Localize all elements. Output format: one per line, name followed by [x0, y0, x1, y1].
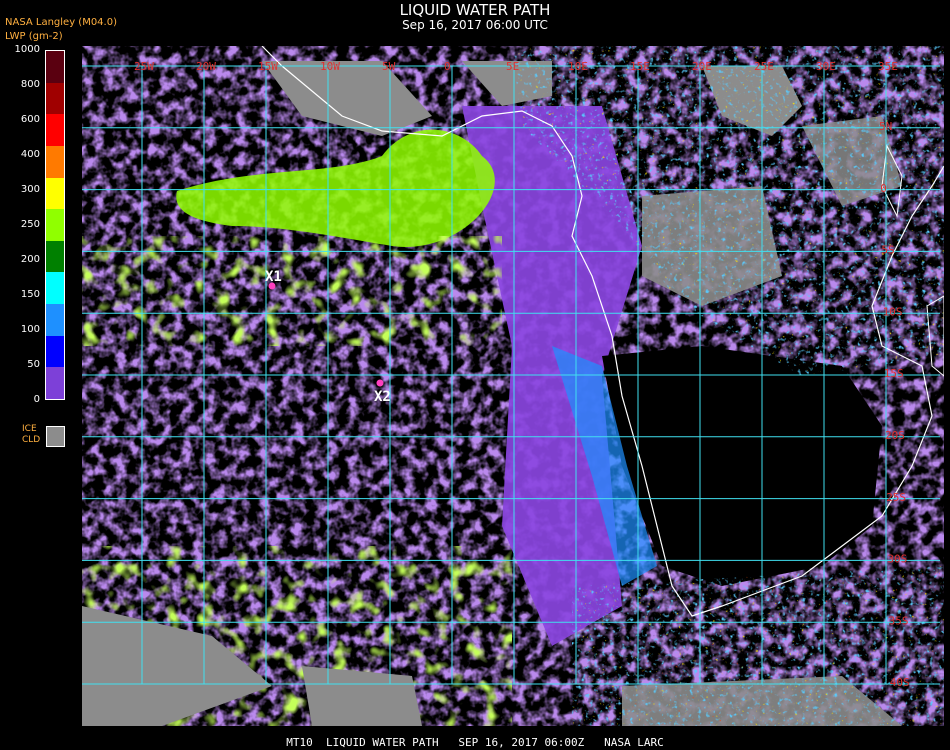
marker-label: X2 [374, 389, 391, 405]
latitude-label: 5N [879, 120, 892, 133]
longitude-label: 5W [382, 60, 396, 73]
units-label: LWP (gm-2) [5, 31, 63, 42]
ice-label-line1: ICE [22, 424, 37, 434]
latitude-label: 5S [881, 244, 894, 257]
longitude-label: 25W [134, 60, 154, 73]
legend-tick-label: 400 [20, 149, 40, 160]
longitude-label: 20W [196, 60, 216, 73]
latitude-label: 25S [886, 491, 906, 504]
ice-cloud-label: ICE CLD [22, 424, 40, 446]
legend-swatch [46, 272, 64, 304]
source-label: NASA Langley (M04.0) [5, 17, 117, 28]
legend-tick-label: 100 [20, 324, 40, 335]
ice-label-line2: CLD [22, 435, 41, 445]
legend-tick-label: 200 [20, 254, 40, 265]
footer-caption: MT10 LIQUID WATER PATH SEP 16, 2017 06:0… [286, 736, 664, 749]
latitude-label: 40S [890, 676, 910, 689]
marker-label: X1 [265, 269, 282, 285]
longitude-label: 20E [692, 60, 712, 73]
latitude-label: 10S [883, 305, 903, 318]
longitude-label: 10E [568, 60, 588, 73]
frontal-band-red [572, 566, 944, 726]
legend-swatch [46, 335, 64, 368]
latitude-label: 15S [884, 367, 904, 380]
longitude-label: 0 [444, 60, 451, 73]
marker-dot [376, 379, 384, 387]
legend-swatch [46, 367, 64, 399]
legend-swatch [46, 177, 64, 210]
color-legend-bar [45, 50, 65, 400]
legend-swatch [46, 145, 64, 178]
legend-swatch [46, 209, 64, 241]
latitude-label: 30S [887, 553, 907, 566]
legend-swatch [46, 114, 64, 146]
latitude-label: 0 [880, 182, 887, 195]
map-title: LIQUID WATER PATH [399, 1, 551, 19]
legend-tick-label: 50 [27, 359, 40, 370]
map-subtitle: Sep 16, 2017 06:00 UTC [402, 18, 548, 32]
map-svg: 25W 20W 15W 10W 5W 0 5E 10E 15E 20E 25E 30E 35E 5N 0 5… [82, 46, 944, 726]
legend-tick-label: 600 [20, 114, 40, 125]
legend-swatch [46, 240, 64, 273]
longitude-label: 15W [258, 60, 278, 73]
longitude-label: 15E [630, 60, 650, 73]
latitude-label: 20S [885, 429, 905, 442]
legend-swatch [46, 51, 64, 83]
legend-tick-label: 150 [20, 289, 40, 300]
longitude-label: 5E [506, 60, 519, 73]
satellite-map: 25W 20W 15W 10W 5W 0 5E 10E 15E 20E 25E 30E 35E 5N 0 5… [82, 46, 944, 726]
legend-tick-label: 1000 [14, 44, 40, 55]
legend-tick-label: 0 [33, 394, 40, 405]
legend-swatch [46, 82, 64, 115]
longitude-label: 10W [320, 60, 340, 73]
lwp-green-band-mid [82, 236, 502, 346]
ice-cloud-swatch [46, 426, 65, 447]
legend-tick-label: 800 [20, 79, 40, 90]
legend-tick-label: 250 [20, 219, 40, 230]
latitude-label: 35S [889, 614, 909, 627]
longitude-label: 30E [816, 60, 836, 73]
legend-tick-label: 300 [20, 184, 40, 195]
longitude-label: 25E [754, 60, 774, 73]
longitude-label: 35E [878, 60, 898, 73]
legend-swatch [46, 304, 64, 336]
